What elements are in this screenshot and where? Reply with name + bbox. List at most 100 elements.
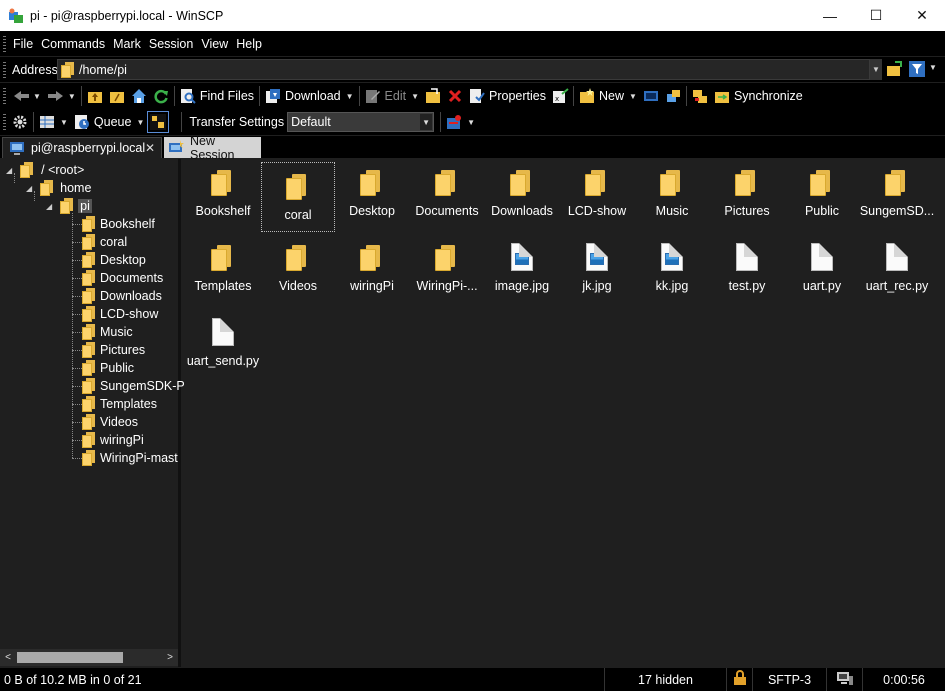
preferences-button[interactable]: [9, 111, 31, 133]
folder-icon: [40, 180, 54, 196]
status-hidden[interactable]: 17 hidden: [604, 668, 726, 691]
tree-item-pi[interactable]: ◢ pi: [46, 197, 92, 215]
change-permissions-button[interactable]: x: [549, 85, 571, 107]
minimize-button[interactable]: —: [807, 0, 853, 31]
synchronize-button[interactable]: Synchronize: [711, 85, 806, 107]
edit-button[interactable]: Edit ▼: [362, 85, 422, 107]
toolbar-grip[interactable]: [3, 114, 6, 130]
menu-commands[interactable]: Commands: [37, 37, 109, 51]
tab-new-session[interactable]: New Session: [164, 134, 261, 162]
address-dropdown-button[interactable]: ▼: [870, 59, 882, 80]
new-button[interactable]: New ▼: [576, 85, 640, 107]
tree-item-videos[interactable]: Videos: [82, 413, 138, 431]
menu-bar: File Commands Mark Session View Help: [0, 31, 945, 56]
image-file-icon: [506, 241, 538, 273]
delete-button[interactable]: [444, 85, 466, 107]
file-item-kk-jpg[interactable]: kk.jpg: [635, 234, 709, 304]
scroll-right-icon[interactable]: >: [162, 649, 178, 666]
tree-item-documents[interactable]: Documents: [82, 269, 163, 287]
tree-item-pictures[interactable]: Pictures: [82, 341, 145, 359]
menu-file[interactable]: File: [9, 37, 37, 51]
refresh-button[interactable]: [150, 85, 172, 107]
filter-dropdown-icon[interactable]: ▼: [929, 63, 937, 72]
file-name: uart.py: [802, 279, 842, 293]
file-item-coral[interactable]: coral: [261, 162, 335, 232]
folder-icon: [82, 270, 96, 286]
tree-item-lcd-show[interactable]: LCD-show: [82, 305, 158, 323]
tab-session-pi[interactable]: pi@raspberrypi.local ✕: [2, 137, 162, 158]
queue-button[interactable]: Queue ▼: [71, 111, 147, 133]
filter-icon[interactable]: [909, 61, 925, 77]
file-name: Downloads: [491, 204, 553, 218]
address-input[interactable]: /home/pi: [57, 59, 870, 80]
scroll-left-icon[interactable]: <: [0, 649, 16, 666]
home-directory-button[interactable]: [128, 85, 150, 107]
console-button[interactable]: [640, 85, 662, 107]
tree-item-coral[interactable]: coral: [82, 233, 127, 251]
properties-button[interactable]: Properties: [466, 85, 549, 107]
tree-item-downloads[interactable]: Downloads: [82, 287, 162, 305]
tree-item-public[interactable]: Public: [82, 359, 134, 377]
scrollbar-thumb[interactable]: [17, 652, 123, 663]
toolbar-grip[interactable]: [3, 61, 6, 78]
back-button[interactable]: ▼: [9, 85, 44, 107]
file-item-wiringpi[interactable]: wiringPi: [335, 234, 409, 304]
file-item-desktop[interactable]: Desktop: [335, 159, 409, 229]
tree-item-desktop[interactable]: Desktop: [82, 251, 146, 269]
status-lock[interactable]: [726, 668, 752, 691]
file-item-documents[interactable]: Documents: [410, 159, 484, 229]
putty-button[interactable]: [662, 85, 684, 107]
parent-directory-button[interactable]: [84, 85, 106, 107]
folder-icon: [82, 450, 96, 466]
tree-item-wiringpi[interactable]: wiringPi: [82, 431, 144, 449]
download-button[interactable]: Download ▼: [262, 85, 357, 107]
address-value: /home/pi: [79, 62, 127, 77]
open-directory-icon[interactable]: [886, 61, 902, 77]
file-item-wiringpi-master[interactable]: WiringPi-...: [410, 234, 484, 304]
file-item-downloads[interactable]: Downloads: [485, 159, 559, 229]
tree-horizontal-scrollbar[interactable]: < >: [0, 649, 178, 666]
file-item-templates[interactable]: Templates: [186, 234, 260, 304]
file-item-image-jpg[interactable]: image.jpg: [485, 234, 559, 304]
toolbar-grip[interactable]: [3, 35, 6, 52]
file-item-pictures[interactable]: Pictures: [710, 159, 784, 229]
tree-item-sungemsdk[interactable]: SungemSDK-P: [82, 377, 185, 395]
toolbar-grip[interactable]: [3, 88, 6, 104]
close-button[interactable]: ✕: [899, 0, 945, 31]
toolbar-separator: [358, 86, 360, 106]
file-item-videos[interactable]: Videos: [261, 234, 335, 304]
compare-directories-button[interactable]: [689, 85, 711, 107]
menu-view[interactable]: View: [197, 37, 232, 51]
tree-item-templates[interactable]: Templates: [82, 395, 157, 413]
tree-item-music[interactable]: Music: [82, 323, 133, 341]
transfer-options-button[interactable]: ▼: [443, 111, 478, 133]
file-item-lcd-show[interactable]: LCD-show: [560, 159, 634, 229]
maximize-button[interactable]: ☐: [853, 0, 899, 31]
title-bar: pi - pi@raspberrypi.local - WinSCP — ☐ ✕: [0, 0, 945, 31]
chevron-down-icon: ◢: [46, 201, 53, 211]
tree-item-wiringpi-master[interactable]: WiringPi-mast: [82, 449, 178, 467]
file-item-music[interactable]: Music: [635, 159, 709, 229]
move-to-folder-button[interactable]: [422, 85, 444, 107]
close-tab-icon[interactable]: ✕: [145, 141, 155, 155]
file-item-uart-rec-py[interactable]: uart_rec.py: [860, 234, 934, 304]
show-queue-toggle[interactable]: [147, 111, 170, 133]
file-item-jk-jpg[interactable]: jk.jpg: [560, 234, 634, 304]
tree-item-root[interactable]: ◢ / <root>: [6, 161, 84, 179]
file-item-test-py[interactable]: test.py: [710, 234, 784, 304]
menu-session[interactable]: Session: [145, 37, 197, 51]
file-item-uart-py[interactable]: uart.py: [785, 234, 859, 304]
find-files-button[interactable]: Find Files: [177, 85, 257, 107]
forward-button[interactable]: ▼: [44, 85, 79, 107]
tree-item-home[interactable]: ◢ home: [26, 179, 91, 197]
menu-help[interactable]: Help: [232, 37, 266, 51]
tree-item-bookshelf[interactable]: Bookshelf: [82, 215, 155, 233]
transfer-settings-select[interactable]: Default ▼: [287, 112, 435, 132]
file-item-sungemsdk[interactable]: SungemSD...: [860, 159, 934, 229]
view-style-button[interactable]: ▼: [36, 111, 71, 133]
root-directory-button[interactable]: [106, 85, 128, 107]
file-item-bookshelf[interactable]: Bookshelf: [186, 159, 260, 229]
file-item-public[interactable]: Public: [785, 159, 859, 229]
menu-mark[interactable]: Mark: [109, 37, 145, 51]
file-item-uart-send-py[interactable]: uart_send.py: [186, 309, 260, 379]
